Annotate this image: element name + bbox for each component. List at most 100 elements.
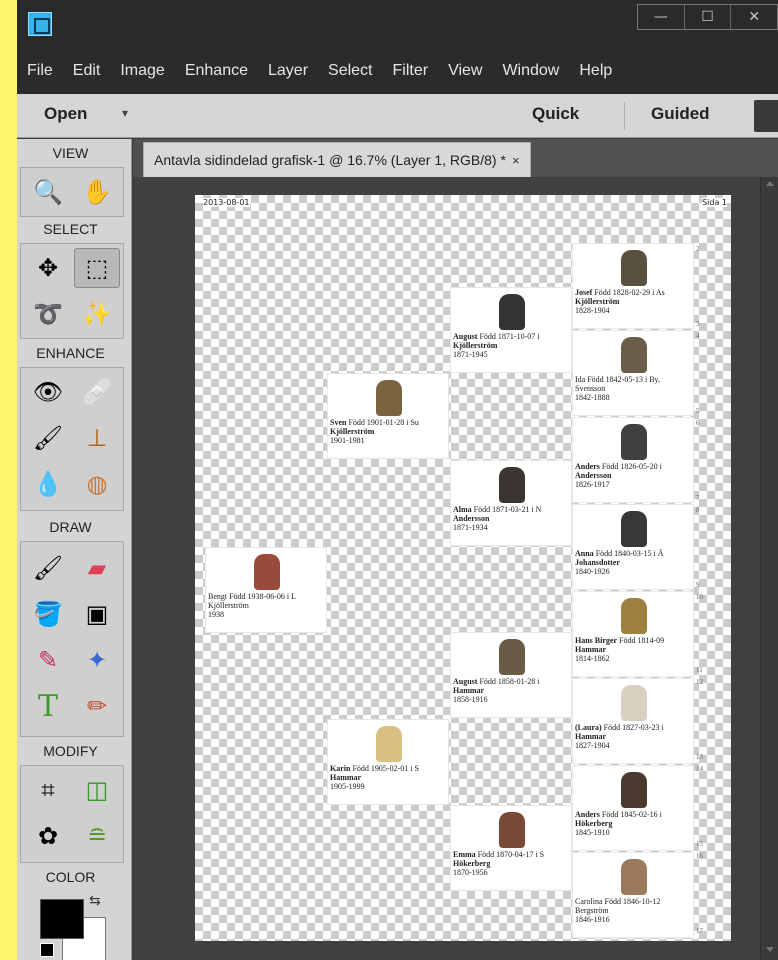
paint-bucket-tool-icon[interactable]: 🪣 — [25, 594, 71, 634]
person-card: Anna Född 1840-03-15 i Ä Johansdotter 1840… — [572, 504, 694, 590]
person-birth-info: Född 1814-09 — [617, 636, 665, 645]
modify-tools: ⌗ ◫ ✿ ≘ — [20, 765, 124, 863]
default-colors-icon[interactable] — [40, 943, 54, 957]
open-button[interactable]: Open — [44, 104, 87, 124]
portrait-photo — [621, 772, 647, 808]
brush-tool-icon[interactable]: 🖌 — [25, 548, 71, 588]
canvas-page-text: Sida 1 — [702, 198, 727, 207]
sponge-tool-icon[interactable]: ◍ — [74, 464, 120, 504]
maximize-button[interactable]: ☐ — [685, 5, 732, 29]
person-birth-info: Född 1870-04-17 i S — [475, 850, 545, 859]
image-canvas[interactable]: 2013-08-01 Sida 1 Bengt Född 1938-06-06 … — [195, 195, 731, 941]
mode-expert-tab[interactable] — [754, 100, 778, 132]
menu-layer[interactable]: Layer — [268, 62, 308, 80]
rectangular-marquee-tool-icon[interactable]: ⬚ — [74, 248, 120, 288]
custom-shape-tool-icon[interactable]: ✦ — [74, 640, 120, 680]
open-dropdown-icon[interactable]: ▾ — [122, 106, 128, 120]
person-details: Josef Född 1828-02-29 i As Kjöllerström 18… — [575, 288, 693, 315]
scroll-down-icon[interactable] — [766, 947, 774, 952]
person-birth-info: Född 1827-03-23 i — [601, 723, 664, 732]
clone-stamp-tool-icon[interactable]: ⊥ — [74, 418, 120, 458]
document-tab-bar: Antavla sidindelad grafisk-1 @ 16.7% (La… — [133, 139, 778, 177]
healing-brush-tool-icon[interactable]: 🩹 — [74, 372, 120, 412]
lasso-tool-icon[interactable]: ➰ — [25, 294, 71, 334]
enhance-tools: 👁 🩹 🖌 ⊥ 💧 ◍ — [20, 367, 124, 511]
person-first-name: Carolina — [575, 897, 603, 906]
person-first-name: Emma — [453, 850, 476, 859]
vertical-scrollbar[interactable] — [760, 177, 778, 960]
person-years: 1814-1862 — [575, 654, 610, 663]
person-first-name: Bengt — [208, 592, 228, 601]
section-enhance-label: ENHANCE — [36, 345, 105, 361]
person-surname: Hammar — [575, 645, 607, 654]
mode-separator — [624, 102, 625, 130]
page-reference-number: 10 — [696, 593, 703, 601]
portrait-photo — [499, 467, 525, 503]
smart-brush-tool-icon[interactable]: 🖌 — [25, 418, 71, 458]
menu-enhance[interactable]: Enhance — [185, 62, 248, 80]
person-first-name: August — [453, 332, 478, 341]
view-tools: 🔍 ✋ — [20, 167, 124, 217]
portrait-photo — [621, 250, 647, 286]
eyedropper-tool-icon[interactable]: ✎ — [25, 640, 71, 680]
blur-tool-icon[interactable]: 💧 — [25, 464, 71, 504]
pencil-tool-icon[interactable]: ✏ — [74, 686, 120, 726]
person-surname: Kjöllerström — [575, 297, 620, 306]
page-reference-number: 5 — [696, 407, 700, 415]
menu-edit[interactable]: Edit — [73, 62, 101, 80]
page-reference-number: 4 — [696, 332, 700, 340]
move-tool-icon[interactable]: ✥ — [25, 248, 71, 288]
quick-selection-tool-icon[interactable]: ✨ — [74, 294, 120, 334]
zoom-tool-icon[interactable]: 🔍 — [25, 172, 71, 212]
person-first-name: Karin — [330, 764, 351, 773]
person-card: Josef Född 1828-02-29 i As Kjöllerström 18… — [572, 243, 694, 329]
person-years: 1828-1904 — [575, 306, 610, 315]
minimize-button[interactable]: — — [638, 5, 685, 29]
close-tab-icon[interactable]: × — [512, 153, 520, 168]
straighten-tool-icon[interactable]: ≘ — [74, 816, 120, 856]
person-surname: Hökerberg — [575, 819, 613, 828]
menu-filter[interactable]: Filter — [393, 62, 429, 80]
menu-window[interactable]: Window — [502, 62, 559, 80]
mode-guided-tab[interactable]: Guided — [651, 104, 710, 124]
scroll-up-icon[interactable] — [766, 181, 774, 186]
person-surname: Kjöllerström — [208, 601, 249, 610]
swap-colors-icon[interactable]: ⇆ — [89, 893, 101, 909]
person-card: Emma Född 1870-04-17 i S Hökerberg 1870-19… — [450, 805, 572, 891]
person-details: Anna Född 1840-03-15 i Ä Johansdotter 1840… — [575, 549, 693, 576]
person-details: Emma Född 1870-04-17 i S Hökerberg 1870-19… — [453, 850, 571, 877]
person-details: Ida Född 1842-05-13 i By, Svensson 1842-18… — [575, 375, 693, 402]
mode-quick-tab[interactable]: Quick — [532, 104, 579, 124]
recompose-tool-icon[interactable]: ◫ — [74, 770, 120, 810]
person-details: (Laura) Född 1827-03-23 i Hammar 1827-1904 — [575, 723, 693, 750]
page-reference-number: 2 — [696, 245, 700, 253]
menu-help[interactable]: Help — [579, 62, 612, 80]
menu-file[interactable]: File — [27, 62, 53, 80]
cookie-cutter-tool-icon[interactable]: ✿ — [25, 816, 71, 856]
menu-image[interactable]: Image — [120, 62, 164, 80]
crop-tool-icon[interactable]: ⌗ — [25, 770, 71, 810]
document-tab[interactable]: Antavla sidindelad grafisk-1 @ 16.7% (La… — [143, 142, 531, 177]
person-details: Sven Född 1901-01-28 i Su Kjöllerström 190… — [330, 418, 448, 445]
menu-select[interactable]: Select — [328, 62, 372, 80]
person-details: Anders Född 1845-02-16 i Hökerberg 1845-19… — [575, 810, 693, 837]
gradient-tool-icon[interactable]: ▣ — [74, 594, 120, 634]
person-first-name: Alma — [453, 505, 472, 514]
foreground-color-swatch[interactable] — [40, 899, 84, 939]
red-eye-tool-icon[interactable]: 👁 — [25, 372, 71, 412]
section-modify-label: MODIFY — [43, 743, 98, 759]
close-button[interactable]: ✕ — [731, 5, 777, 29]
page-reference-number: 11 — [696, 666, 703, 674]
type-tool-icon[interactable]: T — [25, 686, 71, 726]
page-reference-number: 9 — [696, 581, 700, 589]
document-area: Antavla sidindelad grafisk-1 @ 16.7% (La… — [133, 139, 778, 960]
person-birth-info: Född 1840-03-15 i Ä — [593, 549, 664, 558]
menu-view[interactable]: View — [448, 62, 482, 80]
person-first-name: Josef — [575, 288, 593, 297]
window-controls: — ☐ ✕ — [637, 4, 778, 30]
hand-tool-icon[interactable]: ✋ — [74, 172, 120, 212]
portrait-photo — [621, 511, 647, 547]
page-reference-number: 7 — [696, 494, 700, 502]
eraser-tool-icon[interactable]: ▰ — [74, 548, 120, 588]
person-birth-info: Född 1871-10-07 i — [477, 332, 540, 341]
